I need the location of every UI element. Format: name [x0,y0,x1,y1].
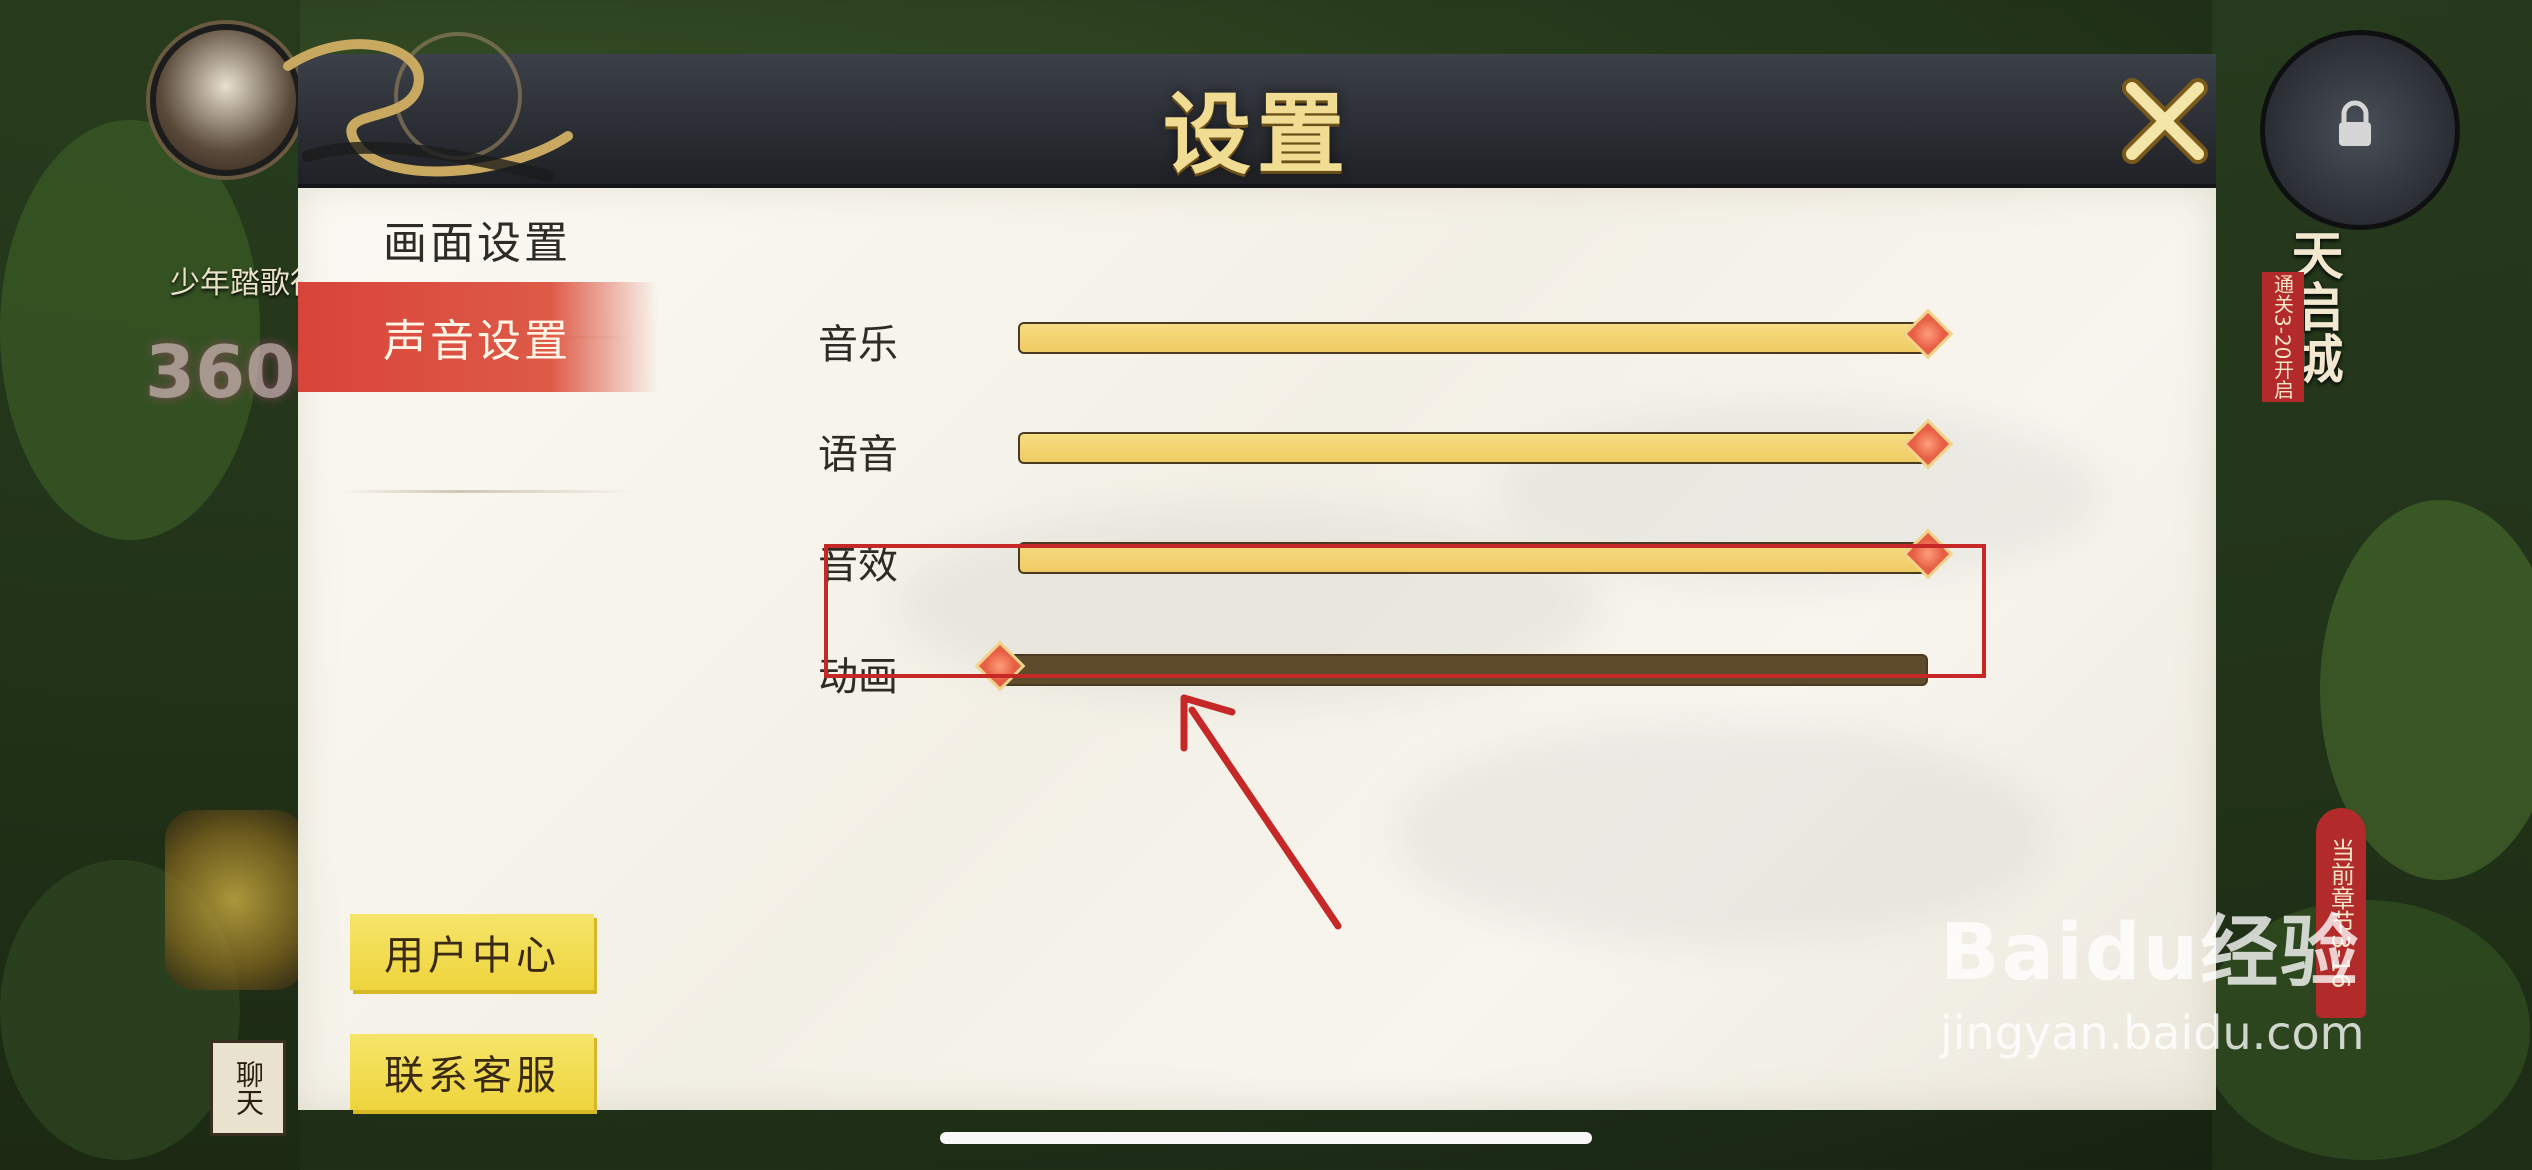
slider-fill [1020,434,1928,462]
nav-label: 画面设置 [383,218,571,269]
city-name: 天启城 [2282,228,2342,384]
item-slot[interactable] [165,810,305,990]
setting-label: 语音 [818,432,898,478]
arrow-icon [1180,694,1342,930]
nav-label: 声音设置 [383,316,571,367]
voice-slider[interactable] [1018,418,1954,470]
slider-fill [1020,324,1928,352]
home-indicator[interactable] [940,1132,1592,1144]
music-slider[interactable] [1018,308,1954,360]
tab-display-settings[interactable]: 画面设置 [298,184,658,294]
city-unlock-tag: 通关3-20开启 [2262,272,2304,402]
close-icon[interactable] [2110,66,2220,176]
setting-row-music: 音乐 [818,284,2008,394]
tab-sound-settings[interactable]: 声音设置 [298,282,658,392]
cloud-ornament-icon [283,32,573,182]
promo-badge[interactable]: 3600 [145,330,345,480]
contact-support-button[interactable]: 联系客服 [350,1034,594,1110]
setting-row-voice: 语音 [818,394,2008,504]
setting-label: 音乐 [818,322,898,368]
baidu-watermark: Baidu经验 jingyan.baidu.com [1940,890,2365,1060]
watermark-logo: Baidu经验 [1940,908,2361,998]
lock-icon [2339,100,2371,146]
chat-button[interactable]: 聊天 [210,1040,286,1136]
watermark-site: jingyan.baidu.com [1940,1006,2365,1060]
user-center-button[interactable]: 用户中心 [350,914,594,990]
nav-divider [338,490,638,493]
highlight-box [824,544,1986,678]
